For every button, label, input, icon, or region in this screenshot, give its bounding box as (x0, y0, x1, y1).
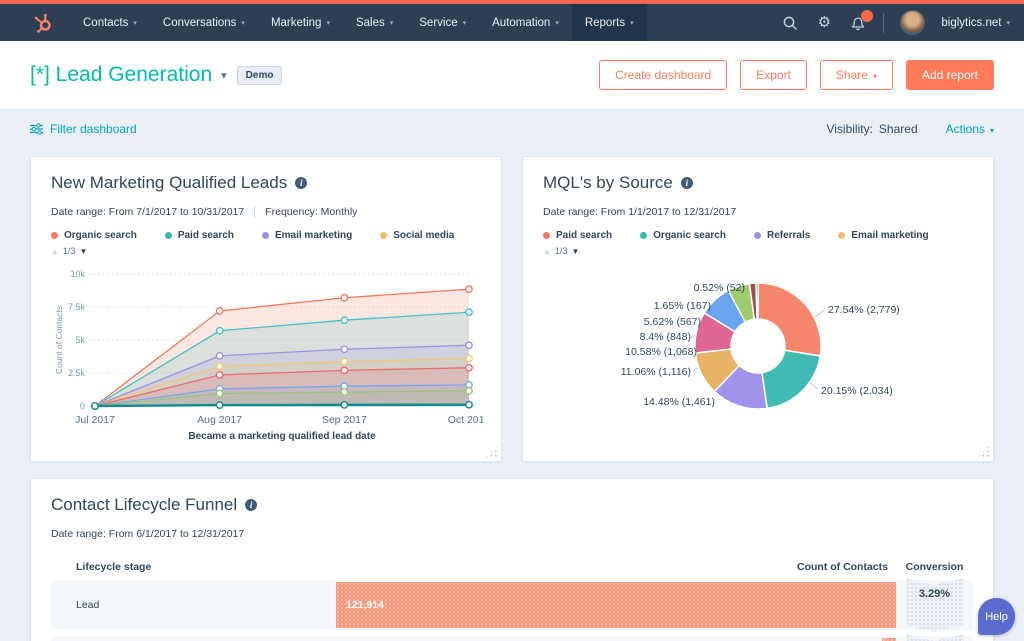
svg-text:Became a marketing qualified l: Became a marketing qualified lead date (188, 431, 376, 442)
svg-text:10k: 10k (70, 269, 85, 279)
card-meta: Date range: From 1/1/2017 to 12/31/2017 (543, 206, 973, 218)
add-report-button[interactable]: Add report (906, 60, 994, 90)
demo-badge: Demo (237, 66, 283, 85)
title-dropdown-caret-icon[interactable]: ▾ (221, 69, 227, 82)
export-button[interactable]: Export (740, 60, 807, 90)
donut-chart[interactable]: 27.54% (2,779) 20.15% (2,034) 14.48% (1,… (523, 253, 993, 461)
settings-gear-icon[interactable]: ⚙ (815, 14, 833, 32)
legend-dot (543, 232, 550, 239)
pie-slice-label: 20.15% (2,034) (821, 385, 893, 397)
hubspot-logo-icon[interactable] (32, 12, 54, 34)
legend-item[interactable]: Organic search (51, 230, 137, 241)
info-icon[interactable] (245, 499, 257, 511)
column-header-count: Count of Contacts (336, 561, 896, 573)
legend-item[interactable]: Organic search (640, 230, 726, 241)
share-button[interactable]: Share▾ (820, 60, 893, 90)
area-chart[interactable]: 0 2.5k 5k 7.5k 10k Jul 2017 Aug 2017 Sep 2017 Oc… (51, 256, 483, 448)
conversion-badge: 41.27% (906, 634, 964, 641)
info-icon[interactable] (295, 177, 307, 189)
card-new-mql: New Marketing Qualified Leads Date range… (30, 156, 502, 462)
column-header-conversion: Conversion (896, 561, 973, 573)
dashboard-header: [*] Lead Generation ▾ Demo Create dashbo… (0, 41, 1024, 110)
bar-value: 121,914 (346, 599, 384, 611)
svg-text:Oct 2017: Oct 2017 (448, 414, 483, 426)
create-dashboard-button[interactable]: Create dashboard (599, 60, 727, 90)
column-header-lifecycle-stage: Lifecycle stage (51, 561, 336, 573)
legend-item[interactable]: Email marketing (838, 230, 928, 241)
pager-up-icon[interactable]: ▲ (51, 247, 59, 256)
chart-legend: Paid search Organic search Referrals Ema… (543, 230, 973, 241)
nav-item-marketing[interactable]: Marketing (258, 4, 343, 41)
svg-text:Sep 2017: Sep 2017 (322, 414, 367, 426)
card-title: New Marketing Qualified Leads (51, 173, 481, 193)
nav-item-sales[interactable]: Sales (343, 4, 406, 41)
pie-slice-label: 14.48% (1,461) (555, 396, 715, 408)
legend-item[interactable]: Referrals (754, 230, 810, 241)
pager-down-icon[interactable]: ▼ (79, 247, 87, 256)
notification-badge (861, 10, 873, 22)
dashboard-toolbar: Filter dashboard Visibility:Shared Actio… (0, 110, 1024, 148)
legend-dot (51, 232, 58, 239)
legend-dot (380, 232, 387, 239)
nav-item-automation[interactable]: Automation (479, 4, 572, 41)
funnel-row-lead[interactable]: Lead 121,914 3.29% (51, 580, 973, 630)
svg-text:2.5k: 2.5k (68, 368, 86, 378)
funnel-bar[interactable]: 121,914 (336, 582, 896, 628)
svg-text:5k: 5k (75, 335, 85, 345)
info-icon[interactable] (681, 177, 693, 189)
pie-slice-label: 5.62% (567) (541, 316, 701, 328)
nav-item-reports[interactable]: Reports (572, 4, 647, 41)
svg-text:Jul 2017: Jul 2017 (75, 414, 115, 426)
visibility-status: Visibility:Shared (826, 122, 917, 136)
pie-slice-label: 11.06% (1,116) (531, 366, 691, 378)
legend-dot (165, 232, 172, 239)
svg-text:Count of Contacts: Count of Contacts (54, 306, 64, 374)
card-title: MQL's by Source (543, 173, 973, 193)
legend-item[interactable]: Email marketing (262, 230, 352, 241)
funnel-table-header: Lifecycle stage Count of Contacts Conver… (51, 554, 973, 580)
svg-text:0: 0 (80, 401, 85, 411)
legend-item[interactable]: Paid search (165, 230, 234, 241)
card-meta: Date range: From 6/1/2017 to 12/31/2017 (51, 528, 973, 540)
filter-dashboard-link[interactable]: Filter dashboard (30, 122, 137, 136)
notifications-bell-icon[interactable] (849, 14, 867, 32)
filter-sliders-icon (30, 123, 43, 135)
legend-dot (262, 232, 269, 239)
page-title: [*] Lead Generation (30, 63, 212, 87)
legend-dot (838, 232, 845, 239)
nav-item-service[interactable]: Service (406, 4, 479, 41)
pie-slice-label: 8.4% (848) (531, 331, 691, 343)
conversion-badge: 3.29% (906, 578, 964, 632)
pie-slice-label: 27.54% (2,779) (828, 304, 900, 316)
card-contact-lifecycle-funnel: Contact Lifecycle Funnel Date range: Fro… (30, 478, 994, 641)
legend-item[interactable]: Social media (380, 230, 454, 241)
legend-dot (754, 232, 761, 239)
nav-menu: Contacts Conversations Marketing Sales S… (70, 4, 647, 41)
legend-item[interactable]: Paid search (543, 230, 612, 241)
help-button[interactable]: Help (978, 598, 1015, 635)
svg-text:7.5k: 7.5k (68, 302, 86, 312)
search-icon[interactable] (781, 14, 799, 32)
svg-text:Aug 2017: Aug 2017 (197, 414, 242, 426)
nav-item-conversations[interactable]: Conversations (150, 4, 258, 41)
chart-legend: Organic search Paid search Email marketi… (51, 230, 481, 241)
user-avatar[interactable] (900, 10, 925, 35)
card-meta: Date range: From 7/1/2017 to 10/31/2017 … (51, 206, 481, 218)
legend-dot (640, 232, 647, 239)
nav-divider (883, 13, 884, 33)
stage-label: Lead (51, 599, 336, 611)
account-menu[interactable]: biglytics.net (941, 17, 1010, 29)
card-title: Contact Lifecycle Funnel (51, 495, 973, 515)
main-nav: Contacts Conversations Marketing Sales S… (0, 4, 1024, 41)
chevron-down-icon: ▾ (873, 72, 877, 81)
nav-item-contacts[interactable]: Contacts (70, 4, 150, 41)
actions-menu[interactable]: Actions (946, 122, 994, 136)
funnel-row-partial[interactable]: 41.27% (51, 636, 973, 641)
pie-slice-label: 10.58% (1,068) (537, 346, 697, 358)
pie-slice-label: 1.65% (167) (551, 300, 711, 312)
pie-slice-label: 0.52% (52) (585, 282, 745, 294)
legend-pager: ▲ 1/3 ▼ (51, 246, 481, 256)
card-mql-by-source: MQL's by Source Date range: From 1/1/201… (522, 156, 994, 462)
